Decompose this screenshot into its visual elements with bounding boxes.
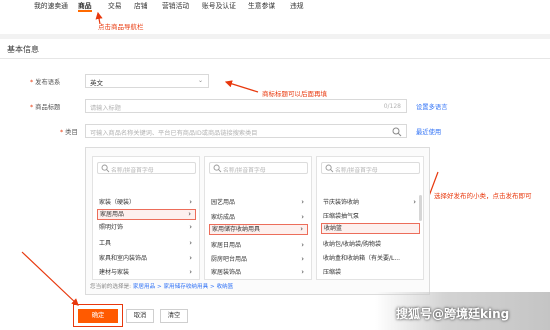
nav-item-marketing[interactable]: 营销活动 xyxy=(162,1,189,12)
language-select[interactable]: 英文 ⌄ xyxy=(85,74,209,88)
category-item[interactable]: 家居装饰品 › xyxy=(209,267,308,278)
category-item[interactable]: 节庆装饰收纳 › xyxy=(321,197,420,208)
category-item[interactable]: 家具和室内装饰品 › xyxy=(97,253,196,264)
title-input-placeholder: 请输入标题 xyxy=(90,105,121,112)
category-item[interactable]: 收纳包/收纳袋/购物袋 xyxy=(321,239,420,250)
category-hint-text: 选择好发布的小类，点击发布即可 xyxy=(434,192,532,200)
chevron-right-icon: › xyxy=(189,223,192,231)
chevron-right-icon: › xyxy=(189,198,192,206)
title-hint-text: 商标标题可以后面再填 xyxy=(262,90,327,98)
search-icon xyxy=(213,164,222,173)
chevron-down-icon: ⌄ xyxy=(197,77,203,84)
category-item[interactable]: 园艺用品 › xyxy=(209,197,308,208)
category-column-1: 名称/拼音首字母 家装（硬装） › 家居用品 › 照明灯饰 › 工具 › 家具和室内装饰… xyxy=(92,156,200,280)
nav-item-violations[interactable]: 违规 xyxy=(290,1,304,12)
nav-item-store[interactable]: 店铺 xyxy=(134,1,148,12)
category-item[interactable]: 家居日用品 › xyxy=(209,240,308,251)
column-1-search[interactable]: 名称/拼音首字母 xyxy=(97,162,196,174)
top-navigation: 我的速卖通 商品 交易 店铺 营销活动 账号及认证 生意参谋 违规 xyxy=(0,0,550,13)
category-item[interactable]: 压缩袋 xyxy=(321,267,420,278)
watermark: 搜狐号@跨境廷king xyxy=(396,307,510,321)
category-column-3: 名称/拼音首字母 节庆装饰收纳 › 压缩袋抽气泵 收纳篮 收纳包/收纳袋/购物袋 … xyxy=(316,156,424,280)
category-label: * 类目 xyxy=(60,129,78,136)
category-item[interactable]: 家装（硬装） › xyxy=(97,197,196,208)
selected-category-path: 您当前的选择是: 家居用品 > 家用储存收纳用具 > 收纳篮 xyxy=(90,284,234,290)
chevron-right-icon: › xyxy=(189,268,192,276)
category-item-selected[interactable]: 收纳篮 xyxy=(321,223,420,234)
chevron-right-icon: › xyxy=(301,213,304,221)
publish-hint-arrow xyxy=(21,251,79,306)
column-2-search-placeholder: 名称/拼音首字母 xyxy=(223,168,266,174)
chevron-right-icon: › xyxy=(301,241,304,249)
language-select-value: 英文 xyxy=(90,79,103,87)
category-item[interactable]: 照明灯饰 › xyxy=(97,222,196,233)
category-column-2: 名称/拼音首字母 园艺用品 › 家纺成品 › 家用储存收纳用具 › 家居日用品 › 厨房… xyxy=(204,156,312,280)
cancel-button[interactable]: 取消 xyxy=(126,309,154,323)
multi-language-link[interactable]: 设置多语言 xyxy=(416,102,447,111)
category-item[interactable]: 工具 › xyxy=(97,238,196,249)
search-icon xyxy=(325,164,334,173)
header-band xyxy=(0,34,550,39)
publish-button[interactable]: 确定 xyxy=(78,309,118,323)
chevron-right-icon: › xyxy=(301,268,304,276)
category-item[interactable]: 家纺成品 › xyxy=(209,212,308,223)
section-title: 基本信息 xyxy=(7,45,39,54)
nav-hint-text: 点击商品导航栏 xyxy=(98,23,144,31)
title-char-counter: 0/128 xyxy=(383,103,401,110)
nav-item-business-advisor[interactable]: 生意参谋 xyxy=(248,1,275,12)
chevron-right-icon: › xyxy=(301,198,304,206)
nav-item-trade[interactable]: 交易 xyxy=(108,1,122,12)
chevron-right-icon: › xyxy=(189,239,192,247)
column-2-search[interactable]: 名称/拼音首字母 xyxy=(209,162,308,174)
category-item[interactable]: 压缩袋抽气泵 xyxy=(321,211,420,222)
clear-button[interactable]: 清空 xyxy=(160,309,188,323)
category-item-selected[interactable]: 家居用品 › xyxy=(97,209,196,220)
title-input[interactable]: 请输入标题 0/128 xyxy=(85,99,407,113)
chevron-right-icon: › xyxy=(188,210,191,218)
category-item[interactable]: 厨房吧台用品 › xyxy=(209,254,308,265)
column-3-search[interactable]: 名称/拼音首字母 xyxy=(321,162,420,174)
nav-item-products[interactable]: 商品 xyxy=(78,1,92,12)
recent-categories-link[interactable]: 最近使用 xyxy=(416,127,441,136)
search-icon xyxy=(101,164,110,173)
chevron-right-icon: › xyxy=(301,255,304,263)
category-search-input[interactable]: 可输入商品名称关键词、平台已有商品ID或商品链接搜索类目 xyxy=(85,124,407,138)
nav-item-my-aliexpress[interactable]: 我的速卖通 xyxy=(34,1,68,12)
nav-item-account[interactable]: 账号及认证 xyxy=(202,1,236,12)
chevron-right-icon: › xyxy=(189,254,192,262)
category-item[interactable]: 建材与家装 › xyxy=(97,267,196,278)
language-label: * 发布语系 xyxy=(30,79,61,86)
chevron-right-icon: › xyxy=(300,225,303,233)
chevron-right-icon: › xyxy=(413,198,416,206)
category-item[interactable]: 收纳盒和收纳箱（有关要/L... xyxy=(321,253,420,264)
category-item-selected[interactable]: 家用储存收纳用具 › xyxy=(209,224,308,235)
column-1-search-placeholder: 名称/拼音首字母 xyxy=(111,168,154,174)
category-search-placeholder: 可输入商品名称关键词、平台已有商品ID或商品链接搜索类目 xyxy=(90,130,258,137)
column-3-scrollbar[interactable] xyxy=(419,195,422,221)
section-divider xyxy=(0,58,550,59)
search-icon[interactable] xyxy=(392,127,402,137)
title-label: * 商品标题 xyxy=(30,104,61,111)
category-picker: 名称/拼音首字母 家装（硬装） › 家居用品 › 照明灯饰 › 工具 › 家具和室内装饰… xyxy=(85,147,430,295)
title-hint-arrow xyxy=(224,80,259,93)
column-3-search-placeholder: 名称/拼音首字母 xyxy=(335,168,378,174)
